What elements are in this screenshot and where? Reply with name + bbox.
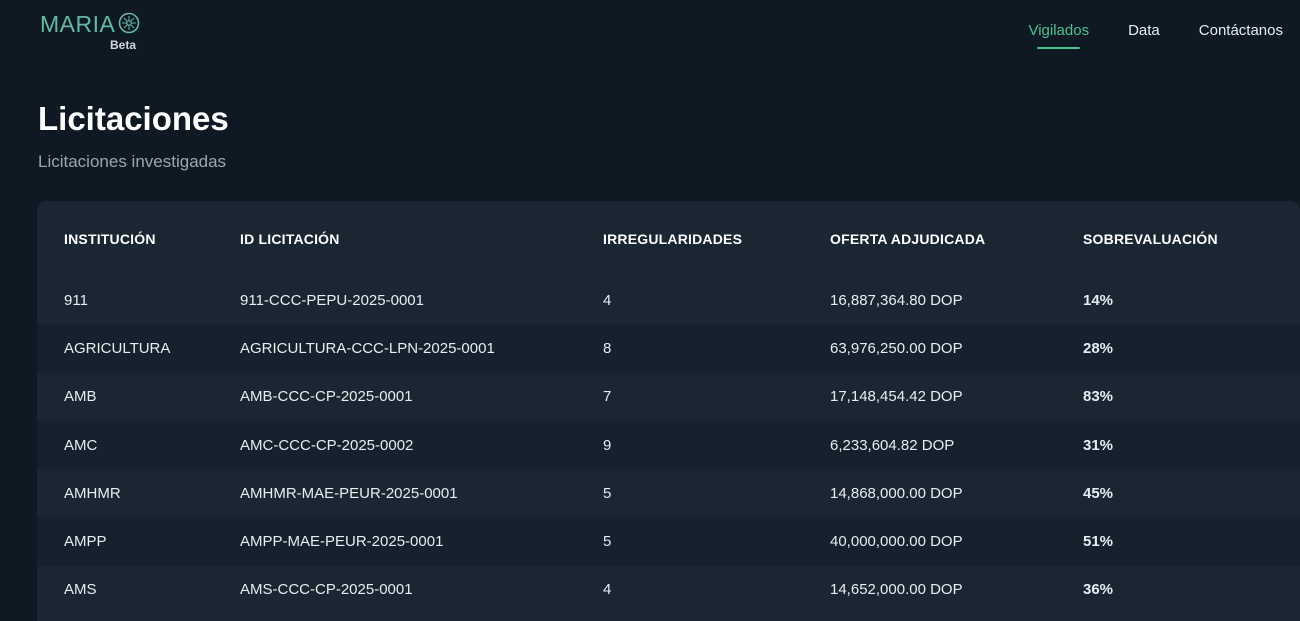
table-header-row: INSTITUCIÓN ID LICITACIÓN IRREGULARIDADE… xyxy=(37,201,1300,276)
cell-institucion: AMB xyxy=(64,388,97,406)
nav-contactanos[interactable]: Contáctanos xyxy=(1199,22,1283,45)
cell-id-licitacion[interactable]: AMB-CCC-CP-2025-0001 xyxy=(240,373,603,421)
cell-irregularidades: 8 xyxy=(603,339,612,357)
cell-oferta-adjudicada: 14,868,000.00 DOP xyxy=(830,484,963,502)
cell-sobrevaluacion: 28% xyxy=(1083,339,1114,357)
globe-icon xyxy=(118,12,140,34)
table-row[interactable]: AMS AMS-CCC-CP-2025-0001 4 14,652,000.00… xyxy=(37,565,1300,615)
column-header-id-licitacion[interactable]: ID LICITACIÓN xyxy=(240,201,603,276)
cell-sobrevaluacion: 31% xyxy=(1083,436,1114,454)
top-bar: MARIA Beta Vigilados Data Contáctanos xyxy=(0,0,1300,70)
cell-id-licitacion[interactable]: AGRICULTURA-CCC-LPN-2025-0001 xyxy=(240,324,603,372)
cell-oferta-adjudicada: 6,233,604.82 DOP xyxy=(830,436,955,454)
cell-oferta-adjudicada: 14,652,000.00 DOP xyxy=(830,581,963,599)
table-row[interactable]: AMB AMB-CCC-CP-2025-0001 7 17,148,454.42… xyxy=(37,372,1300,421)
cell-oferta-adjudicada: 63,976,250.00 DOP xyxy=(830,339,963,357)
cell-oferta-adjudicada: 16,887,364.80 DOP xyxy=(830,291,963,309)
licitaciones-table: INSTITUCIÓN ID LICITACIÓN IRREGULARIDADE… xyxy=(37,201,1300,615)
cell-sobrevaluacion: 45% xyxy=(1083,484,1114,502)
cell-oferta-adjudicada: 40,000,000.00 DOP xyxy=(830,533,963,551)
cell-irregularidades: 5 xyxy=(603,484,612,502)
nav-data[interactable]: Data xyxy=(1128,22,1160,45)
page-subtitle: Licitaciones investigadas xyxy=(38,152,227,171)
brand-name: MARIA xyxy=(40,11,116,37)
cell-id-licitacion[interactable]: AMPP-MAE-PEUR-2025-0001 xyxy=(240,517,603,565)
table-row[interactable]: AGRICULTURA AGRICULTURA-CCC-LPN-2025-000… xyxy=(37,324,1300,373)
page-title: Licitaciones xyxy=(38,100,229,137)
cell-irregularidades: 9 xyxy=(603,436,612,454)
beta-badge: Beta xyxy=(110,38,137,52)
cell-sobrevaluacion: 14% xyxy=(1083,291,1114,309)
column-header-oferta-adjudicada[interactable]: OFERTA ADJUDICADA xyxy=(830,201,1083,276)
table-row[interactable]: AMHMR AMHMR-MAE-PEUR-2025-0001 5 14,868,… xyxy=(37,469,1300,518)
cell-institucion: AMPP xyxy=(64,533,107,551)
cell-id-licitacion[interactable]: AMS-CCC-CP-2025-0001 xyxy=(240,566,603,614)
cell-institucion: AMS xyxy=(64,581,97,599)
table-row[interactable]: AMC AMC-CCC-CP-2025-0002 9 6,233,604.82 … xyxy=(37,420,1300,470)
brand-logo[interactable]: MARIA Beta xyxy=(40,11,150,53)
cell-oferta-adjudicada: 17,148,454.42 DOP xyxy=(830,388,963,406)
main-nav: Vigilados Data Contáctanos xyxy=(989,22,1283,49)
cell-institucion: AMHMR xyxy=(64,484,121,502)
licitaciones-table-card: INSTITUCIÓN ID LICITACIÓN IRREGULARIDADE… xyxy=(37,201,1300,621)
column-header-institucion[interactable]: INSTITUCIÓN xyxy=(37,201,240,276)
cell-irregularidades: 4 xyxy=(603,291,612,309)
cell-sobrevaluacion: 83% xyxy=(1083,388,1114,406)
cell-institucion: 911 xyxy=(64,291,88,309)
cell-irregularidades: 7 xyxy=(603,388,612,406)
nav-vigilados[interactable]: Vigilados xyxy=(1028,22,1089,49)
cell-id-licitacion[interactable]: AMC-CCC-CP-2025-0002 xyxy=(240,421,603,469)
cell-id-licitacion[interactable]: AMHMR-MAE-PEUR-2025-0001 xyxy=(240,469,603,517)
table-row[interactable]: AMPP AMPP-MAE-PEUR-2025-0001 5 40,000,00… xyxy=(37,517,1300,566)
column-header-irregularidades[interactable]: IRREGULARIDADES xyxy=(603,201,830,276)
column-header-sobrevaluacion[interactable]: SOBREVALUACIÓN xyxy=(1083,201,1300,276)
cell-sobrevaluacion: 36% xyxy=(1083,581,1114,599)
table-row[interactable]: 911 911-CCC-PEPU-2025-0001 4 16,887,364.… xyxy=(37,276,1300,325)
cell-institucion: AMC xyxy=(64,436,98,454)
cell-irregularidades: 4 xyxy=(603,581,612,599)
cell-institucion: AGRICULTURA xyxy=(64,339,171,357)
cell-id-licitacion[interactable]: 911-CCC-PEPU-2025-0001 xyxy=(240,276,603,324)
cell-sobrevaluacion: 51% xyxy=(1083,533,1114,551)
cell-irregularidades: 5 xyxy=(603,533,612,551)
